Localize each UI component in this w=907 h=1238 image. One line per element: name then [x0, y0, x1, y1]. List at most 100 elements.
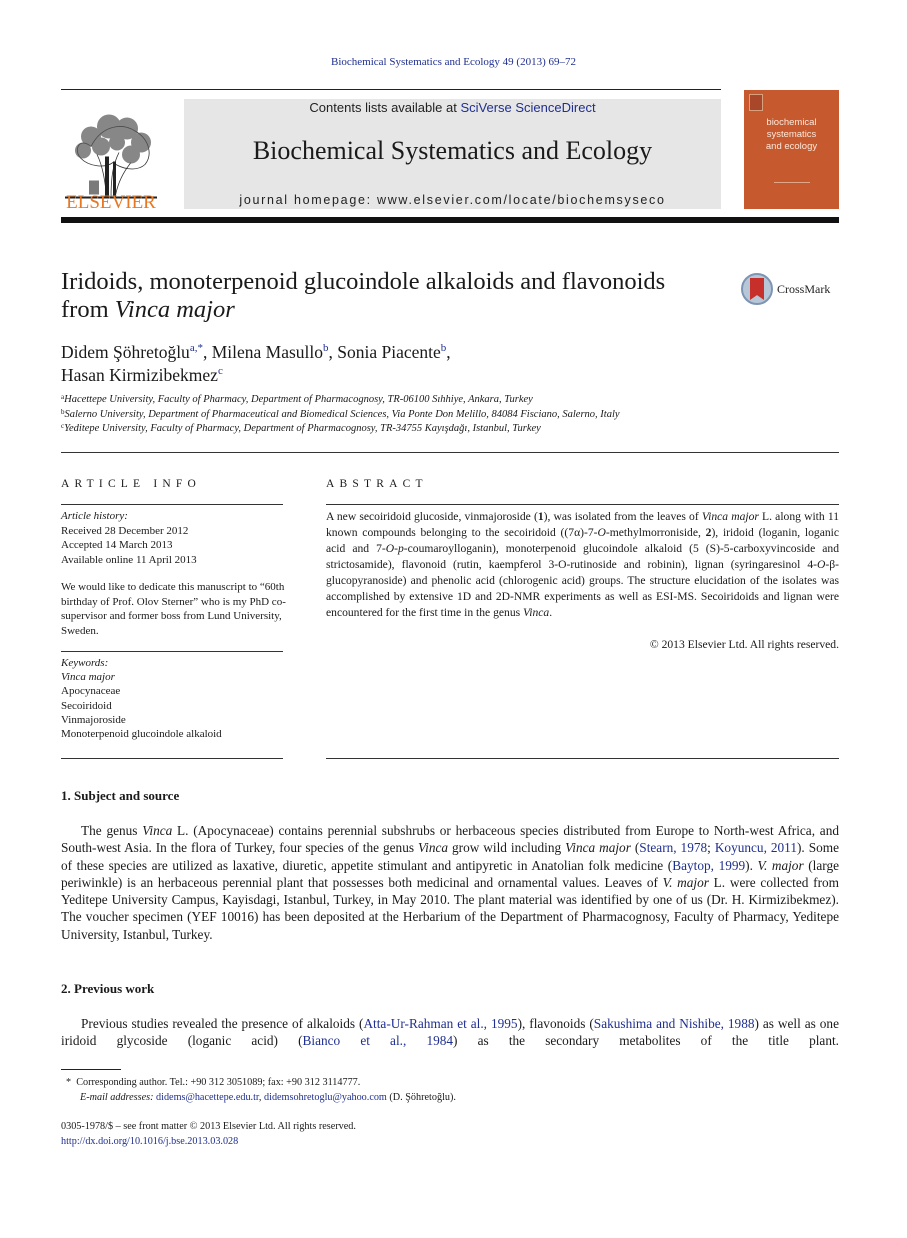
- section-heading: 1. Subject and source: [61, 788, 180, 803]
- email-owner: (D. Şöhretoğlu).: [386, 1092, 456, 1103]
- italic-term: Vinca: [523, 606, 550, 619]
- keywords: Keywords: Vinca major Apocynaceae Secoir…: [61, 656, 291, 741]
- author-separator: ,: [328, 342, 338, 362]
- title-species: Vinca major: [114, 296, 235, 323]
- cover-title: biochemical systematics and ecology: [744, 117, 839, 153]
- text-run: The genus: [81, 823, 143, 838]
- journal-cover-image[interactable]: biochemical systematics and ecology: [744, 90, 839, 209]
- doi-link[interactable]: http://dx.doi.org/10.1016/j.bse.2013.03.…: [61, 1136, 238, 1147]
- masthead-thick-rule: [61, 217, 839, 223]
- citation-link[interactable]: Atta-Ur-Rahman et al., 1995: [363, 1016, 517, 1031]
- homepage-url-link[interactable]: www.elsevier.com/locate/biochemsyseco: [377, 193, 666, 207]
- title-line-1: Iridoids, monoterpenoid glucoindole alka…: [61, 268, 666, 295]
- cover-title-line: systematics: [766, 129, 817, 140]
- divider: [61, 452, 839, 453]
- divider: [61, 758, 283, 759]
- available-online-date: Available online 11 April 2013: [61, 553, 197, 566]
- affiliation-ref[interactable]: c: [218, 365, 223, 377]
- cover-sciencedirect-mark-icon: [774, 182, 810, 193]
- sciencedirect-link[interactable]: SciVerse ScienceDirect: [460, 100, 595, 115]
- divider: [61, 504, 283, 505]
- article-info-heading: ARTICLE INFO: [61, 478, 201, 490]
- divider: [61, 651, 283, 652]
- corresponding-text: Corresponding author. Tel.: +90 312 3051…: [76, 1077, 361, 1088]
- running-header[interactable]: Biochemical Systematics and Ecology 49 (…: [0, 56, 907, 68]
- email-footnote: E-mail addresses: didems@hacettepe.edu.t…: [80, 1090, 850, 1105]
- email-link[interactable]: didemsohretoglu@yahoo.com: [264, 1092, 387, 1103]
- text-run: -methylmorroniside,: [605, 526, 706, 539]
- citation-link[interactable]: Stearn, 1978: [639, 840, 707, 855]
- affiliations: aHacettepe University, Faculty of Pharma…: [61, 393, 841, 437]
- keyword-item: Secoiridoid: [61, 699, 112, 712]
- footnote-star: *: [66, 1077, 72, 1088]
- email-link[interactable]: didems@hacettepe.edu.tr: [156, 1092, 259, 1103]
- italic-term: Vinca major: [565, 840, 631, 856]
- contents-availability-line: Contents lists available at SciVerse Sci…: [184, 100, 721, 115]
- text-run: Previous studies revealed the presence o…: [81, 1016, 364, 1031]
- author-list: Didem Şöhretoğlua,*, Milena Masullob, So…: [61, 341, 761, 387]
- cover-elsevier-mini-logo-icon: [749, 94, 763, 111]
- section-body: Previous studies revealed the presence o…: [61, 1015, 839, 1050]
- divider: [326, 504, 839, 505]
- journal-citation-link[interactable]: Biochemical Systematics and Ecology 49 (…: [331, 56, 576, 68]
- text-run: ), flavonoids (: [517, 1016, 594, 1031]
- received-date: Received 28 December 2012: [61, 524, 189, 537]
- elsevier-wordmark: ELSEVIER: [66, 192, 156, 213]
- author-separator: ,: [202, 342, 212, 362]
- text-run: ).: [745, 857, 758, 873]
- abstract-heading: ABSTRACT: [326, 478, 428, 490]
- italic-term: V. major: [662, 874, 709, 890]
- citation-link[interactable]: Koyuncu, 2011: [715, 840, 797, 855]
- title-line-2: from Vinca major: [61, 296, 741, 324]
- text-run: -coumaroylloganin), monoterpenoid glucoi…: [326, 542, 839, 571]
- doi-line: http://dx.doi.org/10.1016/j.bse.2013.03.…: [61, 1134, 831, 1149]
- text-run: .: [549, 606, 553, 619]
- affiliation-text: Salerno University, Department of Pharma…: [64, 408, 620, 420]
- accepted-date: Accepted 14 March 2013: [61, 539, 173, 551]
- abstract-copyright: © 2013 Elsevier Ltd. All rights reserved…: [649, 638, 839, 651]
- affiliation-item: cYeditepe University, Faculty of Pharmac…: [61, 422, 841, 437]
- homepage-prefix: journal homepage:: [239, 193, 377, 207]
- citation-link[interactable]: Sakushima and Nishibe, 1988: [594, 1016, 755, 1031]
- author-name[interactable]: Hasan Kirmizibekmez: [61, 365, 218, 385]
- italic-term: V. major: [757, 857, 804, 873]
- author-name[interactable]: Sonia Piacente: [337, 342, 441, 362]
- dedication-note: We would like to dedicate this manuscrip…: [61, 581, 286, 637]
- text-run: A new secoiridoid glucoside, vinmajorosi…: [326, 510, 538, 523]
- italic-term: O: [597, 526, 606, 539]
- text-run: grow wild including: [448, 840, 566, 856]
- section-body: The genus Vinca L. (Apocynaceae) contain…: [61, 822, 839, 943]
- keyword-item: Vinmajoroside: [61, 713, 126, 726]
- italic-term: O: [385, 542, 395, 555]
- masthead-top-rule: [61, 89, 721, 90]
- crossmark-label: CrossMark: [777, 282, 831, 296]
- divider: [326, 758, 839, 759]
- italic-term: Vinca: [418, 840, 449, 856]
- section-heading: 2. Previous work: [61, 981, 155, 996]
- text-run: ;: [707, 840, 715, 856]
- keyword-item: Monoterpenoid glucoindole alkaloid: [61, 728, 222, 741]
- article-title: Iridoids, monoterpenoid glucoindole alka…: [61, 268, 741, 324]
- italic-term: Vinca: [142, 823, 173, 838]
- author-name[interactable]: Milena Masullo: [212, 342, 323, 362]
- author-name[interactable]: Didem Şöhretoğlu: [61, 342, 190, 362]
- front-matter-notice: 0305-1978/$ – see front matter © 2013 El…: [61, 1121, 356, 1132]
- affiliation-item: bSalerno University, Department of Pharm…: [61, 408, 841, 423]
- contents-prefix: Contents lists available at: [309, 100, 461, 115]
- keyword-item: Vinca major: [61, 671, 115, 684]
- journal-title: Biochemical Systematics and Ecology: [252, 136, 653, 165]
- text-run: ), was isolated from the leaves of: [543, 510, 702, 523]
- footnote-rule: [61, 1069, 121, 1070]
- affiliation-item: aHacettepe University, Faculty of Pharma…: [61, 393, 841, 408]
- citation-link[interactable]: Baytop, 1999: [672, 858, 745, 873]
- keyword-item: Apocynaceae: [61, 685, 121, 698]
- title-from: from: [61, 296, 115, 323]
- cover-title-line: biochemical: [766, 117, 817, 128]
- citation-link[interactable]: Bianco et al., 1984: [303, 1033, 454, 1048]
- article-history: Article history: Received 28 December 20…: [61, 509, 291, 567]
- cover-title-line: and ecology: [765, 141, 818, 152]
- journal-homepage-line: journal homepage: www.elsevier.com/locat…: [184, 193, 721, 207]
- crossmark-button[interactable]: CrossMark: [741, 273, 841, 313]
- italic-term: Vinca major: [701, 510, 759, 523]
- corresponding-author-footnote: * Corresponding author. Tel.: +90 312 30…: [66, 1075, 836, 1090]
